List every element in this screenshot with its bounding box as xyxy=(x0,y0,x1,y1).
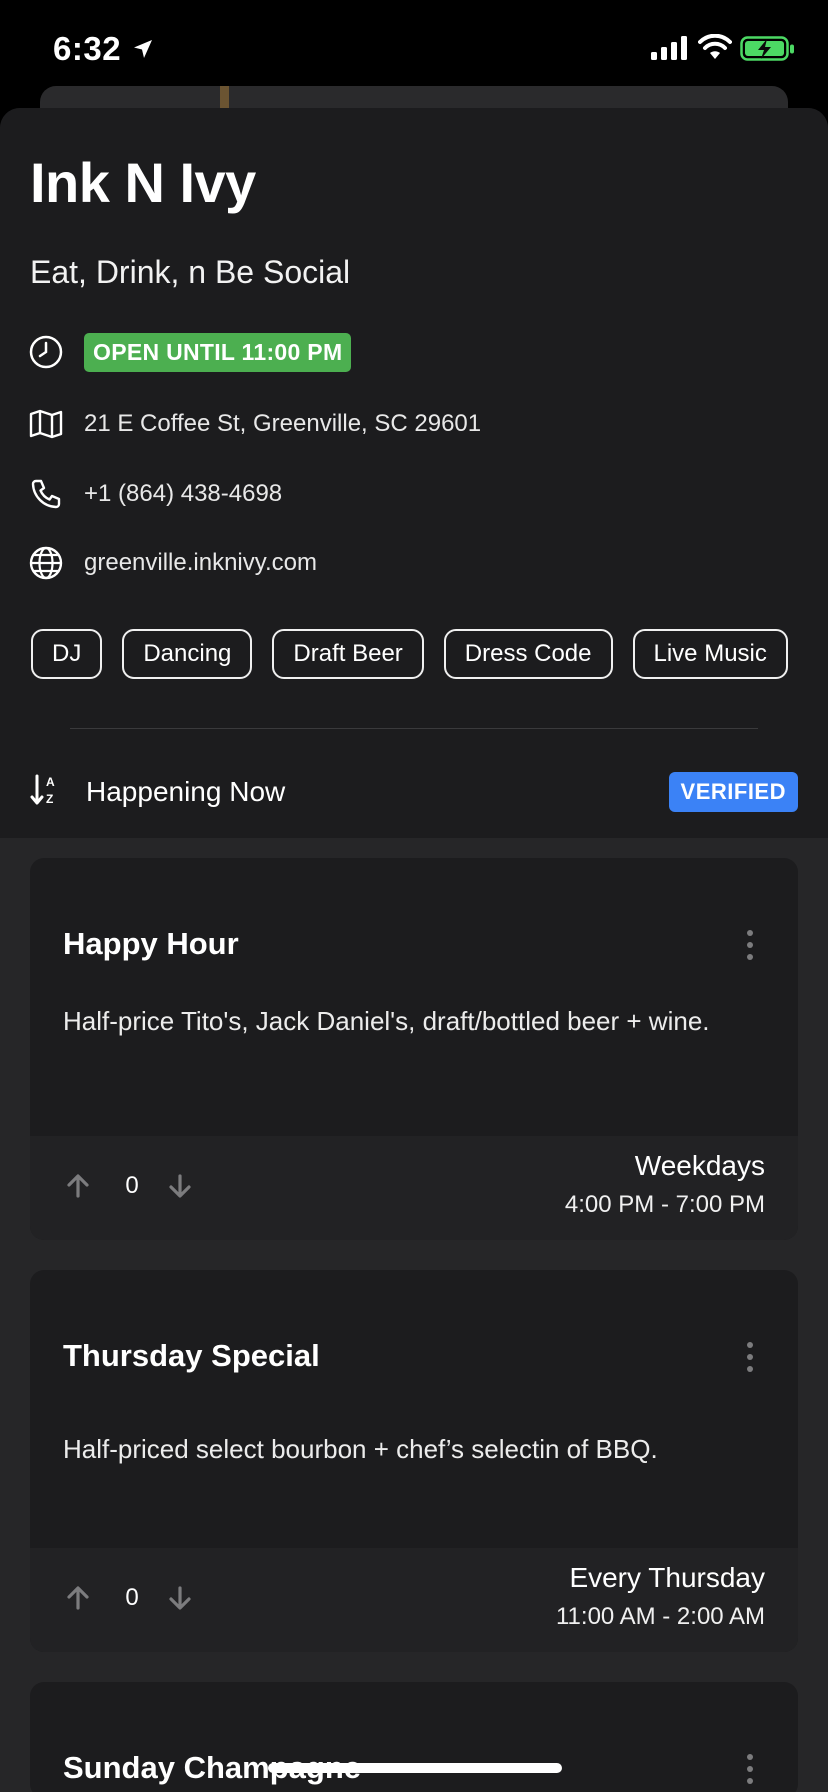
tag-chip[interactable]: Dress Code xyxy=(443,629,613,679)
status-bar: 6:32 xyxy=(0,0,828,100)
event-schedule: Every Thursday 11:00 AM - 2:00 AM xyxy=(556,1560,765,1634)
globe-icon xyxy=(28,545,64,581)
vote-count: 0 xyxy=(125,1172,139,1199)
vote-control: 0 xyxy=(65,1172,193,1200)
event-days: Weekdays xyxy=(634,1150,765,1181)
tag-chip[interactable]: Live Music xyxy=(632,629,788,679)
tag-chip[interactable]: DJ xyxy=(31,629,103,679)
venue-name: Ink N Ivy xyxy=(30,151,256,214)
svg-text:A: A xyxy=(46,775,55,789)
downvote-icon[interactable] xyxy=(167,1585,193,1611)
tag-chip[interactable]: Draft Beer xyxy=(272,629,424,679)
event-card[interactable]: Sunday Champagne xyxy=(30,1682,798,1792)
sort-control[interactable]: AZ Happening Now xyxy=(30,772,285,812)
venue-website[interactable]: greenville.inknivy.com xyxy=(84,549,317,577)
venue-phone[interactable]: +1 (864) 438-4698 xyxy=(84,480,282,508)
venue-tagline: Eat, Drink, n Be Social xyxy=(30,254,351,290)
location-arrow-icon xyxy=(134,40,152,58)
more-options-icon[interactable] xyxy=(747,930,753,966)
map-icon xyxy=(28,406,64,442)
event-days: Every Thursday xyxy=(569,1562,765,1593)
events-list: Happy Hour Half-price Tito's, Jack Danie… xyxy=(0,838,828,1792)
more-options-icon[interactable] xyxy=(747,1342,753,1378)
open-status-badge: OPEN UNTIL 11:00 PM xyxy=(84,332,352,372)
verified-badge: VERIFIED xyxy=(668,772,798,812)
vote-count: 0 xyxy=(125,1584,139,1611)
event-hours: 11:00 AM - 2:00 AM xyxy=(555,1603,765,1630)
website-row[interactable]: greenville.inknivy.com xyxy=(28,543,317,583)
event-card[interactable]: Thursday Special Half-priced select bour… xyxy=(30,1270,798,1652)
event-footer: 0 Weekdays 4:00 PM - 7:00 PM xyxy=(30,1136,798,1240)
cellular-signal-icon xyxy=(651,36,687,60)
wifi-icon xyxy=(698,34,732,59)
clock-icon xyxy=(28,334,64,370)
phone-icon xyxy=(28,476,64,512)
event-description: Half-price Tito's, Jack Daniel's, draft/… xyxy=(63,1006,710,1036)
event-schedule: Weekdays 4:00 PM - 7:00 PM xyxy=(565,1148,765,1222)
venue-address[interactable]: 21 E Coffee St, Greenville, SC 29601 xyxy=(84,410,481,438)
event-card[interactable]: Happy Hour Half-price Tito's, Jack Danie… xyxy=(30,858,798,1240)
divider xyxy=(70,728,758,729)
tag-chip[interactable]: Dancing xyxy=(122,629,253,679)
venue-header: Ink N Ivy Eat, Drink, n Be Social OPEN U… xyxy=(0,108,828,838)
event-hours: 4:00 PM - 7:00 PM xyxy=(564,1191,765,1218)
event-title: Thursday Special xyxy=(63,1338,320,1373)
vote-control: 0 xyxy=(65,1584,193,1612)
tag-chips: DJ Dancing Draft Beer Dress Code Live Music xyxy=(31,629,797,681)
event-description: Half-priced select bourbon + chef’s sele… xyxy=(63,1434,658,1464)
status-time: 6:32 xyxy=(53,30,122,67)
upvote-icon[interactable] xyxy=(65,1585,91,1611)
phone-row[interactable]: +1 (864) 438-4698 xyxy=(28,474,282,514)
sort-az-icon: AZ xyxy=(30,773,62,812)
section-label: Happening Now xyxy=(86,776,286,807)
hours-row: OPEN UNTIL 11:00 PM xyxy=(28,332,352,372)
home-indicator[interactable] xyxy=(268,1763,562,1773)
downvote-icon[interactable] xyxy=(167,1173,193,1199)
svg-text:Z: Z xyxy=(46,792,53,806)
event-title: Happy Hour xyxy=(63,926,239,961)
address-row[interactable]: 21 E Coffee St, Greenville, SC 29601 xyxy=(28,404,481,444)
battery-charging-icon xyxy=(740,36,794,61)
venue-sheet: Ink N Ivy Eat, Drink, n Be Social OPEN U… xyxy=(0,108,828,1792)
event-footer: 0 Every Thursday 11:00 AM - 2:00 AM xyxy=(30,1548,798,1652)
upvote-icon[interactable] xyxy=(65,1173,91,1199)
more-options-icon[interactable] xyxy=(747,1754,753,1790)
